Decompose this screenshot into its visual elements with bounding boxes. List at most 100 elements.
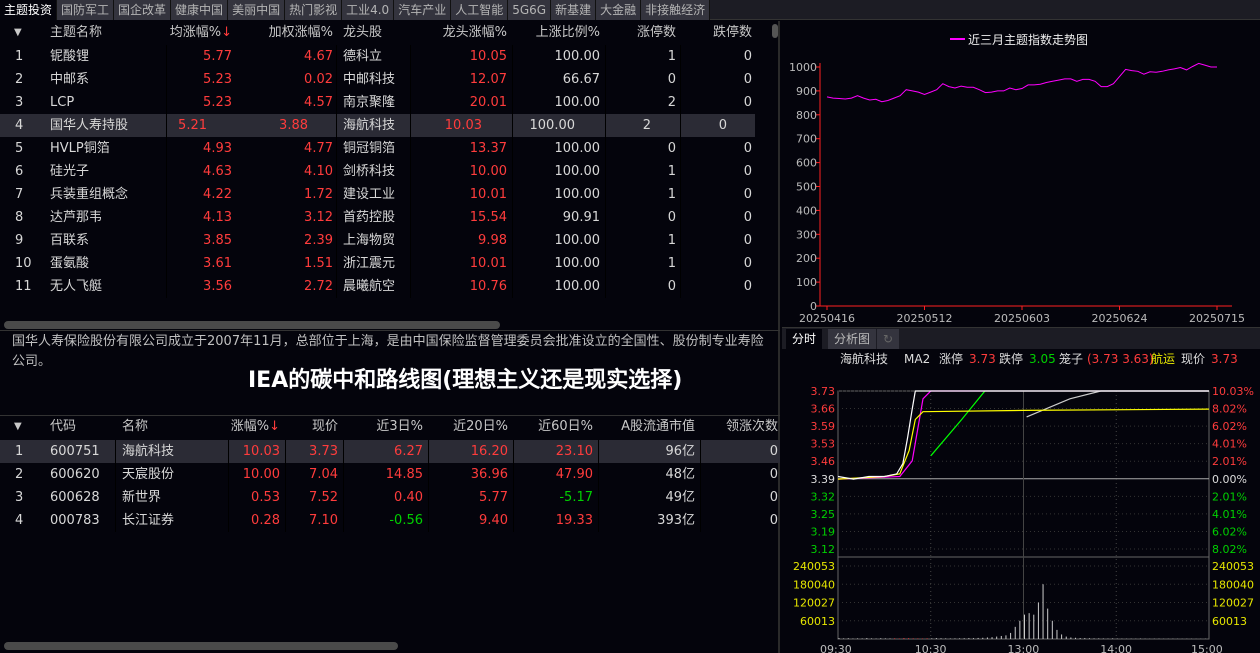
pct-tick: 2.01% — [1212, 490, 1247, 503]
col-weighted-change[interactable]: 加权涨幅% — [269, 21, 333, 44]
col-leader-change[interactable]: 龙头涨幅% — [443, 21, 507, 44]
history-icon[interactable]: ↻ — [877, 329, 900, 349]
table-row[interactable]: 2 600620 天宸股份 10.00 7.04 14.85 36.96 47.90 48亿 0 — [0, 463, 780, 486]
change-3d: 6.27 — [394, 444, 423, 459]
table-row[interactable]: 5 HVLP铜箔 4.93 4.77 铜冠铜箔 13.37 100.00 0 0 — [0, 137, 780, 160]
col-up-ratio[interactable]: 上涨比例% — [536, 21, 600, 44]
avg-change: 3.61 — [203, 256, 232, 271]
tab-4[interactable]: 美丽中国 — [228, 0, 286, 20]
col-market-cap[interactable]: A股流通市值 — [621, 415, 695, 438]
y-tick-label: 400 — [796, 204, 817, 217]
tab-12[interactable]: 非接触经济 — [641, 0, 711, 20]
col-lead-count[interactable]: 领涨次数 — [726, 415, 778, 438]
header-limit_down: 3.05 — [1029, 352, 1056, 366]
leader-stock: 剑桥科技 — [343, 164, 396, 179]
tab-10[interactable]: 新基建 — [551, 0, 597, 20]
tab-6[interactable]: 工业4.0 — [342, 0, 395, 20]
leader-change: 10.01 — [469, 187, 507, 202]
col-code[interactable]: 代码 — [50, 415, 76, 438]
tab-5[interactable]: 热门影视 — [285, 0, 343, 20]
table-row[interactable]: 7 兵装重组概念 4.22 1.72 建设工业 10.01 100.00 1 0 — [0, 183, 780, 206]
col-limit-up[interactable]: 涨停数 — [637, 21, 676, 44]
table-row[interactable]: 11 无人飞艇 3.56 2.72 晨曦航空 10.76 100.00 0 0 — [0, 275, 780, 298]
horizontal-scrollbar-bottom[interactable] — [4, 642, 398, 650]
tab-9[interactable]: 5G6G — [508, 0, 552, 20]
chart-tabs: 分时 分析图 ↻ — [782, 327, 1260, 349]
tab-analysis[interactable]: 分析图 — [828, 329, 877, 349]
stock-code: 600628 — [50, 490, 100, 505]
stock-name: 天宸股份 — [122, 467, 175, 482]
up-ratio: 100.00 — [554, 256, 601, 271]
table-row[interactable]: 2 中邮系 5.23 0.02 中邮科技 12.07 66.67 0 0 — [0, 68, 780, 91]
row-index: 7 — [15, 187, 24, 202]
pct-tick: 4.01% — [1212, 438, 1247, 451]
lead-count: 0 — [769, 513, 778, 528]
tab-7[interactable]: 汽车产业 — [394, 0, 452, 20]
market-cap: 393亿 — [657, 513, 695, 528]
theme-name: 百联系 — [50, 233, 90, 248]
tab-8[interactable]: 人工智能 — [451, 0, 509, 20]
stock-table-header: ▼ 代码 名称 涨幅%↓ 现价 近3日% 近20日% 近60日% A股流通市值 … — [0, 415, 780, 437]
leader-change: 10.01 — [469, 256, 507, 271]
header-sector: 航运 — [1151, 351, 1175, 366]
table-row[interactable]: 1 600751 海航科技 10.03 3.73 6.27 16.20 23.10 96亿 0 — [0, 440, 780, 463]
horizontal-scrollbar[interactable] — [4, 321, 500, 329]
col-limit-down[interactable]: 跌停数 — [713, 21, 752, 44]
col-3d[interactable]: 近3日% — [376, 415, 423, 438]
column-menu-icon[interactable]: ▼ — [14, 21, 22, 44]
tab-0[interactable]: 主题投资 — [0, 0, 58, 20]
market-cap: 48亿 — [665, 467, 695, 482]
up-ratio: 100.00 — [554, 279, 601, 294]
volume-tick: 60013 — [800, 615, 835, 628]
price-tick: 3.66 — [811, 403, 836, 416]
col-change[interactable]: 涨幅%↓ — [231, 415, 280, 438]
table-row[interactable]: 9 百联系 3.85 2.39 上海物贸 9.98 100.00 1 0 — [0, 229, 780, 252]
table-row[interactable]: 8 达芦那韦 4.13 3.12 首药控股 15.54 90.91 0 0 — [0, 206, 780, 229]
tab-11[interactable]: 大金融 — [596, 0, 642, 20]
row-index: 4 — [15, 513, 24, 528]
theme-name: 蛋氨酸 — [50, 256, 90, 271]
table-row[interactable]: 4 国华人寿持股 5.21 3.88 海航科技 10.03 100.00 2 0 — [0, 114, 755, 137]
theme-index-trend-chart: 近三月主题指数走势图010020030040050060070080090010… — [789, 32, 1245, 325]
theme-name: 硅光子 — [50, 164, 90, 179]
tab-2[interactable]: 国企改革 — [114, 0, 172, 20]
col-20d[interactable]: 近20日% — [453, 415, 508, 438]
table-row[interactable]: 4 000783 长江证券 0.28 7.10 -0.56 9.40 19.33 393亿 0 — [0, 509, 780, 532]
table-row[interactable]: 3 600628 新世界 0.53 7.52 0.40 5.77 -5.17 49亿 0 — [0, 486, 780, 509]
leader-change: 15.54 — [469, 210, 507, 225]
leader-change: 10.05 — [469, 49, 507, 64]
table-row[interactable]: 10 蛋氨酸 3.61 1.51 浙江震元 10.01 100.00 1 0 — [0, 252, 780, 275]
leader-change: 20.01 — [469, 95, 507, 110]
avg-change: 3.56 — [203, 279, 232, 294]
y-tick-label: 600 — [796, 157, 817, 170]
y-tick-label: 800 — [796, 109, 817, 122]
col-avg-change[interactable]: 均涨幅%↓ — [170, 21, 232, 44]
pct-tick: 6.02% — [1212, 420, 1247, 433]
col-leader[interactable]: 龙头股 — [343, 21, 382, 44]
col-price[interactable]: 现价 — [312, 415, 338, 438]
limit-down-count: 0 — [718, 118, 727, 133]
avg-change: 4.13 — [203, 210, 232, 225]
table-row[interactable]: 6 硅光子 4.63 4.10 剑桥科技 10.00 100.00 1 0 — [0, 160, 780, 183]
tab-1[interactable]: 国防军工 — [57, 0, 115, 20]
change-pct: 0.53 — [251, 490, 280, 505]
table-row[interactable]: 1 铌酸锂 5.77 4.67 德科立 10.05 100.00 1 0 — [0, 45, 780, 68]
tab-3[interactable]: 健康中国 — [171, 0, 229, 20]
vertical-scrollbar[interactable] — [772, 24, 778, 38]
up-ratio: 90.91 — [562, 210, 600, 225]
tab-intraday[interactable]: 分时 — [786, 329, 823, 349]
column-menu-icon[interactable]: ▼ — [14, 415, 22, 438]
leader-change: 10.76 — [469, 279, 507, 294]
col-theme-name[interactable]: 主题名称 — [50, 21, 102, 44]
limit-down-count: 0 — [743, 256, 752, 271]
volume-tick-right: 120027 — [1212, 597, 1254, 610]
time-tick: 10:30 — [915, 643, 947, 653]
header-price_label: 现价 — [1181, 352, 1205, 366]
col-name[interactable]: 名称 — [122, 415, 148, 438]
time-tick: 09:30 — [820, 643, 852, 653]
table-row[interactable]: 3 LCP 5.23 4.57 南京聚隆 20.01 100.00 2 0 — [0, 91, 780, 114]
limit-down-count: 0 — [743, 164, 752, 179]
leader-stock: 海航科技 — [343, 118, 396, 133]
limit-up-count: 0 — [667, 210, 676, 225]
col-60d[interactable]: 近60日% — [538, 415, 593, 438]
